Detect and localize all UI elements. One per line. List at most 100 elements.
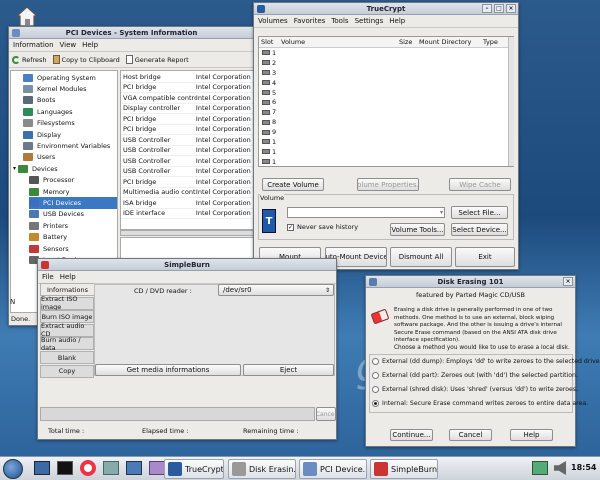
volume-slot-row[interactable]: 6 xyxy=(259,97,513,107)
maximize-icon[interactable]: □ xyxy=(494,4,504,13)
col-mount-directory[interactable]: Mount Directory xyxy=(419,38,483,46)
ftp-icon[interactable] xyxy=(149,461,165,475)
disk-erasing-titlebar[interactable]: Disk Erasing 101 × xyxy=(366,276,575,288)
volume-slot-row[interactable]: 1 xyxy=(259,157,513,166)
terminal-icon[interactable] xyxy=(57,461,73,475)
volume-slot-row[interactable]: 1 xyxy=(259,48,513,58)
select-device-button[interactable]: Select Device... xyxy=(451,223,508,236)
erase-method-option[interactable]: External (dd dump): Employs 'dd' to writ… xyxy=(372,358,600,365)
close-icon[interactable]: × xyxy=(506,4,516,13)
simpleburn-tab[interactable]: Copy xyxy=(40,364,94,378)
cd-reader-select[interactable]: /dev/sr0 ⇕ xyxy=(218,284,334,296)
erase-method-option[interactable]: External (dd part): Zeroes out (with 'dd… xyxy=(372,372,578,379)
pci-row[interactable]: Host bridge Intel Corporation 8 xyxy=(121,72,253,83)
volume-tools-button[interactable]: Volume Tools... xyxy=(390,223,445,236)
tree-device-item[interactable]: Printers xyxy=(29,220,117,231)
pci-row[interactable]: PCI bridge Intel Corporation 8 xyxy=(121,83,253,93)
dismount-all-button[interactable]: Dismount All xyxy=(390,247,452,267)
tree-item[interactable]: Kernel Modules xyxy=(23,83,117,94)
get-media-info-button[interactable]: Get media informations xyxy=(95,364,241,376)
menu-volumes[interactable]: Volumes xyxy=(258,17,288,25)
volume-icon[interactable] xyxy=(554,461,566,475)
simpleburn-tab[interactable]: Informations xyxy=(40,283,94,296)
eject-button[interactable]: Eject xyxy=(243,364,334,376)
home-icon[interactable] xyxy=(14,4,40,28)
tree-item[interactable]: Users xyxy=(23,152,117,163)
pci-row[interactable]: USB Controller Intel Corporation 8 xyxy=(121,167,253,177)
menu-view[interactable]: View xyxy=(60,41,77,49)
network-icon[interactable] xyxy=(532,461,548,475)
pci-row[interactable]: Multimedia audio controllerIntel Corpora… xyxy=(121,188,253,198)
show-desktop-icon[interactable] xyxy=(34,461,50,475)
simpleburn-tab[interactable]: Extract audio CD xyxy=(40,322,94,338)
simpleburn-tab[interactable]: Burn ISO image xyxy=(40,310,94,324)
tree-device-item[interactable]: Battery xyxy=(29,231,117,242)
simpleburn-tab[interactable]: Extract ISO image xyxy=(40,295,94,311)
tree-device-item[interactable]: PCI Devices xyxy=(29,197,117,209)
pci-row[interactable]: Display controller Intel Corporation 8 xyxy=(121,104,253,114)
menu-settings[interactable]: Settings xyxy=(355,17,384,25)
tree-item[interactable]: Display xyxy=(23,129,117,140)
menu-favorites[interactable]: Favorites xyxy=(294,17,326,25)
dropdown-arrow-icon[interactable]: ▾ xyxy=(440,209,443,216)
volume-slot-row[interactable]: 8 xyxy=(259,117,513,127)
refresh-button[interactable]: Refresh xyxy=(12,55,47,64)
tree-device-item[interactable]: Memory xyxy=(29,186,117,197)
pci-row[interactable]: USB Controller Intel Corporation 8 xyxy=(121,135,253,146)
task-pci-devices[interactable]: PCI Device... xyxy=(299,459,367,479)
cancel-burn-button[interactable]: Cancel xyxy=(316,407,336,421)
col-slot[interactable]: Slot xyxy=(259,38,281,46)
volume-properties-button[interactable]: Volume Properties... xyxy=(357,178,419,191)
volume-slot-row[interactable]: 7 xyxy=(259,107,513,117)
tree-item[interactable]: Filesystems xyxy=(23,118,117,129)
never-save-history-checkbox[interactable]: ✓ Never save history xyxy=(287,223,358,231)
simpleburn-titlebar[interactable]: SimpleBurn xyxy=(38,259,336,271)
volume-slot-row[interactable]: 5 xyxy=(259,88,513,98)
erase-method-option[interactable]: External (shred disk): Uses 'shred' (ver… xyxy=(372,386,578,393)
volume-slot-row[interactable]: 2 xyxy=(259,58,513,68)
task-truecrypt[interactable]: TrueCrypt xyxy=(164,459,224,479)
menu-help[interactable]: Help xyxy=(60,273,76,281)
create-volume-button[interactable]: Create Volume xyxy=(262,178,324,191)
storage-icon[interactable] xyxy=(103,461,119,475)
volume-slot-row[interactable]: 9 xyxy=(259,127,513,137)
wipe-cache-button[interactable]: Wipe Cache xyxy=(449,178,511,191)
monitor-icon[interactable] xyxy=(126,461,142,475)
lifebuoy-icon[interactable] xyxy=(80,460,96,476)
menu-file[interactable]: File xyxy=(42,273,54,281)
close-icon[interactable]: × xyxy=(563,277,573,286)
minimize-icon[interactable]: – xyxy=(482,4,492,13)
volume-path-input[interactable]: ▾ xyxy=(287,207,445,218)
continue-button[interactable]: Continue... xyxy=(390,429,433,441)
tree-device-item[interactable]: Processor xyxy=(29,175,117,186)
tree-item[interactable]: Operating System xyxy=(23,72,117,83)
clock[interactable]: 18:54 xyxy=(571,463,596,472)
col-volume[interactable]: Volume xyxy=(281,38,399,46)
menu-tools[interactable]: Tools xyxy=(331,17,348,25)
tree-devices[interactable]: ▾ Devices xyxy=(13,163,117,174)
menu-help[interactable]: Help xyxy=(389,17,405,25)
pci-row[interactable]: IDE interface Intel Corporation 8 xyxy=(121,209,253,219)
col-size[interactable]: Size xyxy=(399,38,419,46)
volume-slot-row[interactable]: 1 xyxy=(259,147,513,157)
pci-row[interactable]: ISA bridge Intel Corporation 8 xyxy=(121,198,253,209)
disk-help-button[interactable]: Help xyxy=(510,429,553,441)
volume-slot-row[interactable]: 3 xyxy=(259,68,513,78)
copy-clipboard-button[interactable]: Copy to Clipboard xyxy=(52,55,120,64)
task-simpleburn[interactable]: SimpleBurn xyxy=(370,459,438,479)
select-file-button[interactable]: Select File... xyxy=(451,206,508,219)
pci-row[interactable]: VGA compatible controllerIntel Corporati… xyxy=(121,93,253,104)
tree-device-item[interactable]: USB Devices xyxy=(29,209,117,220)
menu-information[interactable]: Information xyxy=(13,41,54,49)
volume-slot-row[interactable]: 1 xyxy=(259,137,513,147)
pci-row[interactable]: PCI bridge Intel Corporation 8 xyxy=(121,125,253,135)
disk-cancel-button[interactable]: Cancel xyxy=(449,429,492,441)
generate-report-button[interactable]: Generate Report xyxy=(125,55,189,64)
simpleburn-tab[interactable]: Blank xyxy=(40,351,94,364)
pci-row[interactable]: PCI bridge Intel Corporation 8 xyxy=(121,114,253,125)
sysinfo-titlebar[interactable]: PCI Devices - System Information xyxy=(9,27,254,39)
volume-table-scrollbar[interactable] xyxy=(508,37,514,166)
start-menu-icon[interactable] xyxy=(3,459,23,479)
pci-row[interactable]: PCI bridge Intel Corporation 8 xyxy=(121,177,253,188)
pci-row[interactable]: USB Controller Intel Corporation 8 xyxy=(121,146,253,156)
